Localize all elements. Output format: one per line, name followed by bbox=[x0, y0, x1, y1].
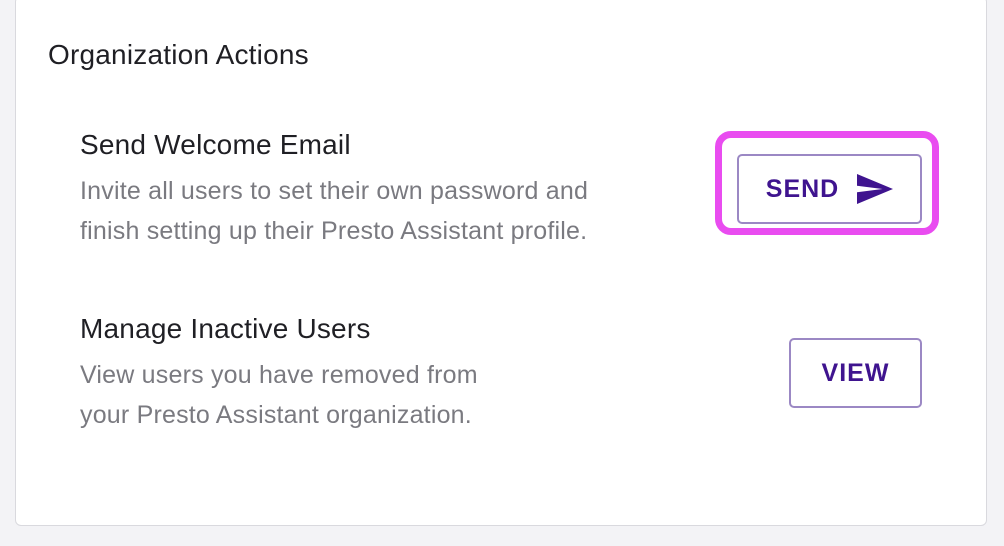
organization-actions-card: Organization Actions Send Welcome Email … bbox=[15, 0, 987, 526]
view-inactive-users-button[interactable]: VIEW bbox=[789, 338, 922, 408]
section-title: Organization Actions bbox=[48, 39, 309, 70]
send-icon bbox=[857, 174, 894, 204]
send-button-label: SEND bbox=[765, 174, 840, 203]
view-button-label: VIEW bbox=[821, 358, 890, 387]
send-welcome-email-button[interactable]: SEND bbox=[737, 154, 922, 224]
